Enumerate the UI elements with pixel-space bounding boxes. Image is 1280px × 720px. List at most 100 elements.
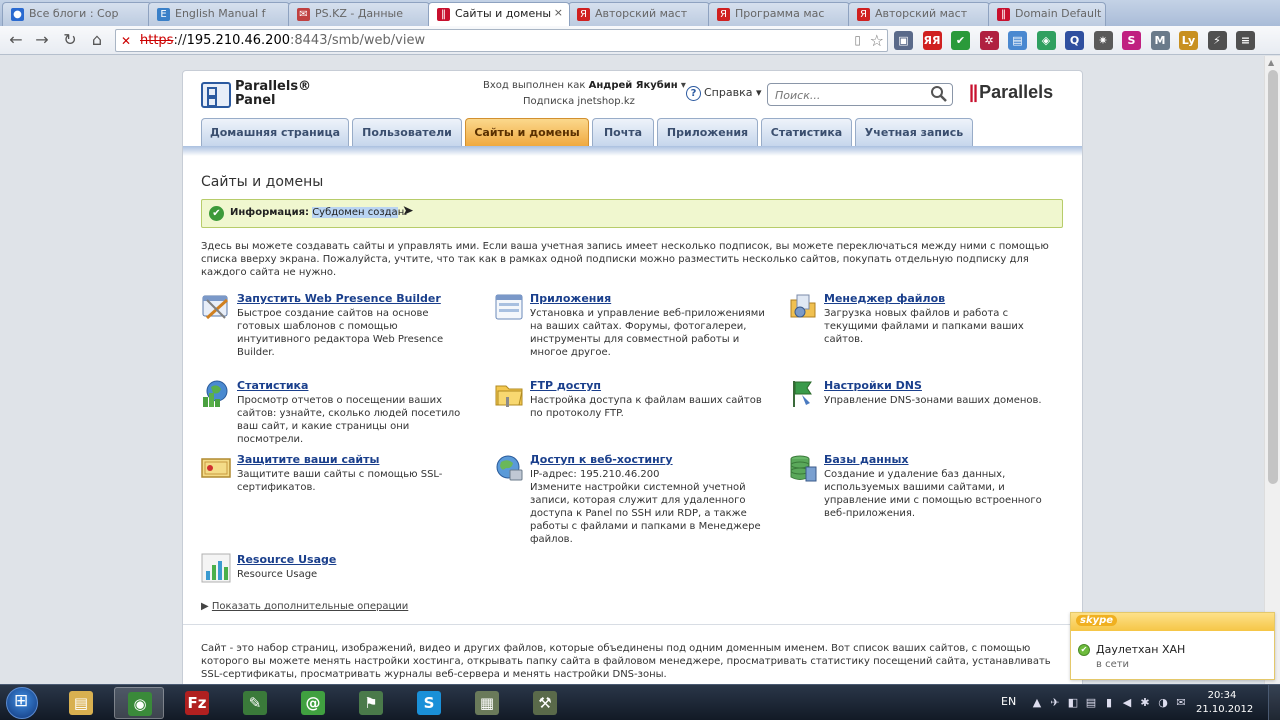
system-clock[interactable]: 20:34 21.10.2012 xyxy=(1196,689,1254,717)
tray-icon[interactable]: ✈ xyxy=(1048,696,1062,710)
tab-favicon-icon: Я xyxy=(857,8,870,21)
archive-icon: ▦ xyxy=(475,691,499,715)
taskbar-app[interactable]: ⚒ xyxy=(520,687,570,719)
search-input[interactable] xyxy=(775,87,925,103)
browser-tab[interactable]: ✉ PS.KZ - Данные xyxy=(288,2,430,26)
tab-websites-domains[interactable]: Сайты и домены xyxy=(465,118,589,146)
tray-icon[interactable]: ▮ xyxy=(1102,696,1116,710)
skype-notification[interactable]: skype ✔ Даулетхан ХАН в сети xyxy=(1070,612,1275,680)
browser-tab[interactable]: Я Авторский маст xyxy=(568,2,710,26)
ext-s-icon[interactable]: S xyxy=(1122,31,1141,50)
scroll-up-icon[interactable]: ▲ xyxy=(1268,58,1274,67)
forward-button[interactable]: → xyxy=(32,30,52,50)
tab-applications[interactable]: Приложения xyxy=(657,118,758,146)
tab-home[interactable]: Домашняя страница xyxy=(201,118,349,146)
tray-icon[interactable]: ◑ xyxy=(1156,696,1170,710)
feature-link[interactable]: Resource Usage xyxy=(237,553,336,566)
ext-gear-icon[interactable]: ✷ xyxy=(1093,31,1113,50)
tray-icon[interactable]: ✱ xyxy=(1138,696,1152,710)
tab-statistics[interactable]: Статистика xyxy=(761,118,852,146)
clock-date: 21.10.2012 xyxy=(1196,704,1254,715)
insecure-lock-icon[interactable]: ✕ xyxy=(121,34,135,48)
show-more-operations[interactable]: ▶ Показать дополнительные операции xyxy=(201,601,408,612)
ext-ly-icon[interactable]: Ly xyxy=(1179,31,1198,50)
browser-tab[interactable]: Я Программа мас xyxy=(708,2,850,26)
feature-link[interactable]: Защитите ваши сайты xyxy=(237,453,379,466)
tray-icon[interactable]: ▤ xyxy=(1084,696,1098,710)
taskbar-app[interactable]: ✎ xyxy=(230,687,280,719)
browser-tab[interactable]: ‖ Domain Default xyxy=(988,2,1106,26)
address-url[interactable]: https://195.210.46.200:8443/smb/web/view xyxy=(140,33,425,48)
tab-label: English Manual f xyxy=(175,7,266,20)
taskbar-app[interactable]: ▦ xyxy=(462,687,512,719)
tab-label: Все блоги : Сор xyxy=(29,7,119,20)
browser-tab[interactable]: ● Все блоги : Сор xyxy=(2,2,152,26)
mouse-cursor-icon: ➤ xyxy=(402,203,414,219)
browser-tab-active[interactable]: ‖ Сайты и домены × xyxy=(428,2,570,26)
file-manager-icon xyxy=(790,294,816,318)
start-button[interactable] xyxy=(6,687,38,719)
ext-bolt-icon[interactable]: ⚡ xyxy=(1207,31,1227,50)
chrome-icon: ◉ xyxy=(128,692,152,716)
parallels-panel-logo[interactable]: Parallels® Panel xyxy=(201,80,311,110)
applications-icon xyxy=(495,294,523,320)
network-icon: ⚑ xyxy=(359,691,383,715)
ext-mail-icon[interactable]: M xyxy=(1150,31,1170,50)
taskbar-app[interactable]: ▤ xyxy=(56,687,106,719)
feature-link[interactable]: Базы данных xyxy=(824,453,909,466)
tab-label: Программа мас xyxy=(735,7,825,20)
ext-puzzle-icon[interactable]: ✲ xyxy=(979,31,999,50)
tab-users[interactable]: Пользователи xyxy=(352,118,462,146)
address-bar[interactable]: ✕ https://195.210.46.200:8443/smb/web/vi… xyxy=(115,29,888,52)
feature-link[interactable]: Запустить Web Presence Builder xyxy=(237,292,441,305)
home-button[interactable]: ⌂ xyxy=(87,30,107,50)
search-icon[interactable] xyxy=(930,85,948,103)
feature-link[interactable]: Менеджер файлов xyxy=(824,292,945,305)
ext-translate-icon[interactable]: Q xyxy=(1065,31,1084,50)
tray-icon[interactable]: ▲ xyxy=(1030,696,1044,710)
reload-button[interactable]: ↻ xyxy=(60,30,80,50)
divider xyxy=(183,624,1082,625)
taskbar-app[interactable]: @ xyxy=(288,687,338,719)
feature-link[interactable]: Доступ к веб-хостингу xyxy=(530,453,673,466)
taskbar-app[interactable]: ◉ xyxy=(114,687,164,719)
feature-link[interactable]: FTP доступ xyxy=(530,379,601,392)
tray-icon[interactable]: ◀ xyxy=(1120,696,1134,710)
help-menu[interactable]: ? Справка ▾ xyxy=(686,86,762,101)
ext-menu-icon[interactable]: ≡ xyxy=(1236,31,1255,50)
taskbar-app[interactable]: ⚑ xyxy=(346,687,396,719)
show-desktop-button[interactable] xyxy=(1268,685,1280,720)
bookmark-star-icon[interactable]: ☆ xyxy=(870,31,884,50)
scroll-thumb[interactable] xyxy=(1268,70,1278,484)
mail-agent-icon: @ xyxy=(301,691,325,715)
tab-account[interactable]: Учетная запись xyxy=(855,118,973,146)
ext-photo-icon[interactable]: ▣ xyxy=(894,31,913,50)
language-indicator[interactable]: EN xyxy=(1001,695,1016,708)
tool-icon: ⚒ xyxy=(533,691,557,715)
ext-check-icon[interactable]: ✔ xyxy=(951,31,970,50)
browser-tab[interactable]: Я Авторский маст xyxy=(848,2,990,26)
page-scrollbar[interactable]: ▲ ▼ xyxy=(1264,56,1280,684)
skype-header: skype xyxy=(1071,613,1274,631)
notepad-icon: ✎ xyxy=(243,691,267,715)
page-action-icon[interactable]: ▯ xyxy=(854,33,861,47)
feature-link[interactable]: Приложения xyxy=(530,292,611,305)
taskbar-app[interactable]: S xyxy=(404,687,454,719)
browser-tab[interactable]: E English Manual f xyxy=(148,2,290,26)
tray-icon[interactable]: ◧ xyxy=(1066,696,1080,710)
ext-doc-icon[interactable]: ▤ xyxy=(1008,31,1027,50)
feature-link[interactable]: Статистика xyxy=(237,379,308,392)
tray-icon[interactable]: ✉ xyxy=(1174,696,1188,710)
user-menu[interactable]: Андрей Якубин xyxy=(589,80,678,91)
feature-link[interactable]: Настройки DNS xyxy=(824,379,922,392)
tab-label: PS.KZ - Данные xyxy=(315,7,403,20)
ext-yandex-icon[interactable]: ЯЯ xyxy=(922,31,942,50)
taskbar-app[interactable]: Fz xyxy=(172,687,222,719)
back-button[interactable]: ← xyxy=(6,30,26,50)
ext-color-icon[interactable]: ◈ xyxy=(1036,31,1056,50)
tab-close-icon[interactable]: × xyxy=(554,6,563,19)
tab-mail[interactable]: Почта xyxy=(592,118,654,146)
feature-description: Просмотр отчетов о посещении ваших сайто… xyxy=(237,395,461,445)
tab-favicon-icon: ● xyxy=(11,8,24,21)
subscription-label[interactable]: Подписка jnetshop.kz xyxy=(523,96,635,107)
